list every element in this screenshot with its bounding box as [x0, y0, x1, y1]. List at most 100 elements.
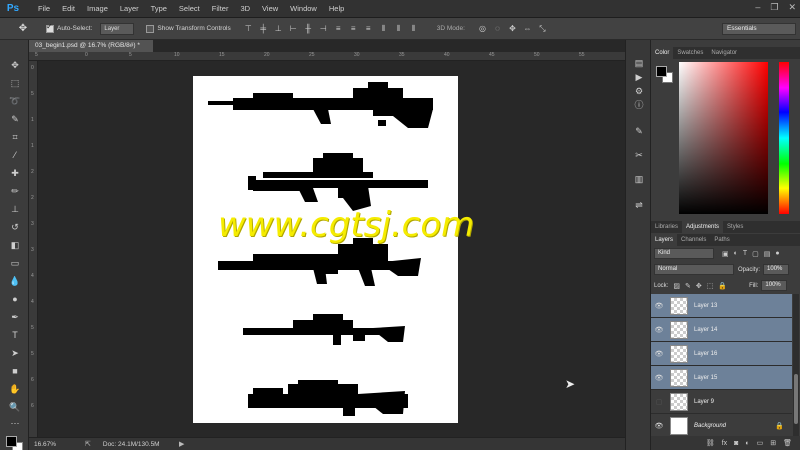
rectangle-tool-icon[interactable]: ■: [7, 364, 23, 378]
align-top-icon[interactable]: ⊤: [243, 23, 254, 34]
tab-channels[interactable]: Channels: [677, 234, 710, 246]
filter-pixel-icon[interactable]: ▣: [722, 250, 729, 258]
layer-name[interactable]: Layer 9: [694, 399, 714, 405]
lock-position-icon[interactable]: ✥: [696, 282, 702, 290]
more-tools-icon[interactable]: ⋯: [7, 416, 23, 430]
layer-name[interactable]: Layer 16: [694, 351, 717, 357]
minimize-button[interactable]: –: [755, 2, 760, 13]
foreground-color-swatch[interactable]: [6, 436, 17, 447]
status-menu-arrow-icon[interactable]: ▶: [179, 440, 184, 448]
layer-row[interactable]: 👁 Layer 13: [651, 294, 792, 318]
fill-input[interactable]: 100%: [761, 280, 788, 291]
filter-adjustment-icon[interactable]: ◐: [734, 250, 738, 257]
layer-mask-icon[interactable]: ◙: [734, 440, 738, 447]
lock-artboard-icon[interactable]: ⬚: [707, 282, 714, 290]
show-transform-checkbox[interactable]: [146, 24, 155, 33]
visibility-eye-icon[interactable]: 👁: [651, 422, 667, 430]
scrollbar-thumb[interactable]: [794, 374, 798, 424]
hand-tool-icon[interactable]: ✋: [7, 382, 23, 396]
gradient-tool-icon[interactable]: ▭: [7, 256, 23, 270]
move-tool-preset-icon[interactable]: ✥: [12, 23, 34, 34]
layer-comps-panel-icon[interactable]: ⇌: [631, 198, 647, 212]
menu-image[interactable]: Image: [81, 4, 114, 13]
3d-pan-icon[interactable]: ✥: [507, 23, 518, 34]
layers-scrollbar[interactable]: [793, 294, 799, 436]
zoom-tool-icon[interactable]: 🔍: [7, 400, 23, 414]
tab-navigator[interactable]: Navigator: [707, 47, 741, 59]
3d-slide-icon[interactable]: ⇔: [522, 23, 533, 34]
layer-name[interactable]: Background: [694, 423, 726, 429]
filter-toggle-icon[interactable]: ●: [775, 250, 779, 257]
brush-tool-icon[interactable]: ✏: [7, 184, 23, 198]
layer-row[interactable]: 👁 Layer 15: [651, 366, 792, 390]
pen-tool-icon[interactable]: ✒: [7, 310, 23, 324]
align-vcenter-icon[interactable]: ╪: [258, 23, 269, 34]
document-tab[interactable]: 03_begin1.psd @ 16.7% (RGB/8#) *: [29, 40, 153, 52]
ruler-horizontal[interactable]: 5 0 5 10 15 20 25 30 35 40 45 50 55: [29, 52, 625, 61]
menu-help[interactable]: Help: [323, 4, 350, 13]
new-group-icon[interactable]: ▭: [757, 439, 764, 447]
distribute-hcenter-icon[interactable]: ⦀: [393, 23, 404, 34]
eyedropper-tool-icon[interactable]: ⁄: [7, 148, 23, 162]
visibility-eye-icon[interactable]: 👁: [651, 350, 667, 358]
layer-row[interactable]: 👁 Layer 16: [651, 342, 792, 366]
3d-orbit-icon[interactable]: ◎: [477, 23, 488, 34]
menu-edit[interactable]: Edit: [56, 4, 81, 13]
filter-type-icon[interactable]: T: [743, 250, 747, 257]
layer-name[interactable]: Layer 15: [694, 375, 717, 381]
menu-layer[interactable]: Layer: [114, 4, 145, 13]
brush-presets-panel-icon[interactable]: ✎: [631, 124, 647, 138]
visibility-eye-icon[interactable]: 👁: [651, 302, 667, 310]
tab-styles[interactable]: Styles: [723, 221, 747, 233]
align-right-icon[interactable]: ⊣: [318, 23, 329, 34]
tab-paths[interactable]: Paths: [710, 234, 733, 246]
menu-type[interactable]: Type: [145, 4, 173, 13]
auto-select-checkbox[interactable]: [46, 22, 54, 33]
layer-filter-dropdown[interactable]: Kind: [654, 248, 714, 259]
visibility-eye-icon[interactable]: 👁: [651, 374, 667, 382]
align-bottom-icon[interactable]: ⊥: [273, 23, 284, 34]
filter-smart-object-icon[interactable]: ▤: [764, 250, 771, 258]
align-hcenter-icon[interactable]: ╫: [303, 23, 314, 34]
canvas-area[interactable]: www.cgtsj.com ➤: [38, 61, 625, 437]
ruler-vertical[interactable]: 0 5 1 1 2 2 3 3 4 4 5 5 6 6: [29, 61, 38, 437]
menu-filter[interactable]: Filter: [206, 4, 235, 13]
document-canvas[interactable]: [193, 76, 458, 423]
delete-layer-icon[interactable]: 🗑: [783, 439, 792, 447]
3d-roll-icon[interactable]: ◌: [492, 23, 503, 34]
quick-select-tool-icon[interactable]: ✎: [7, 112, 23, 126]
filter-shape-icon[interactable]: ▢: [752, 250, 759, 258]
clone-stamp-tool-icon[interactable]: ⊥: [7, 202, 23, 216]
auto-select-dropdown[interactable]: Layer: [100, 22, 135, 35]
path-selection-tool-icon[interactable]: ➤: [7, 346, 23, 360]
tools-panel-icon[interactable]: ✂: [631, 148, 647, 162]
foreground-color-chip[interactable]: [656, 66, 667, 77]
layer-row[interactable]: ▢ Layer 9: [651, 390, 792, 414]
properties-panel-icon[interactable]: ⚙: [631, 84, 647, 98]
tab-adjustments[interactable]: Adjustments: [682, 221, 724, 233]
menu-view[interactable]: View: [256, 4, 284, 13]
menu-select[interactable]: Select: [173, 4, 206, 13]
move-tool-icon[interactable]: ✥: [7, 58, 23, 72]
type-tool-icon[interactable]: T: [7, 328, 23, 342]
layer-name[interactable]: Layer 13: [694, 303, 717, 309]
menu-file[interactable]: File: [32, 4, 56, 13]
actions-panel-icon[interactable]: ▶: [631, 70, 647, 84]
tab-layers[interactable]: Layers: [651, 234, 678, 246]
blend-mode-dropdown[interactable]: Normal: [654, 264, 734, 275]
tab-swatches[interactable]: Swatches: [673, 47, 707, 59]
hue-slider[interactable]: [779, 62, 789, 214]
close-button[interactable]: ✕: [788, 2, 796, 13]
lock-image-icon[interactable]: ✎: [685, 282, 691, 290]
history-brush-tool-icon[interactable]: ↺: [7, 220, 23, 234]
marquee-tool-icon[interactable]: ⬚: [7, 76, 23, 90]
lock-transparent-icon[interactable]: ▨: [673, 282, 680, 290]
visibility-eye-icon[interactable]: 👁: [651, 326, 667, 334]
distribute-top-icon[interactable]: ≡: [333, 23, 344, 34]
zoom-level[interactable]: 16.67%: [29, 441, 85, 448]
healing-brush-tool-icon[interactable]: ✚: [7, 166, 23, 180]
tab-libraries[interactable]: Libraries: [651, 221, 682, 233]
layer-row[interactable]: 👁 Background 🔒: [651, 414, 792, 438]
color-field[interactable]: [679, 62, 768, 214]
tab-color[interactable]: Color: [651, 47, 674, 59]
